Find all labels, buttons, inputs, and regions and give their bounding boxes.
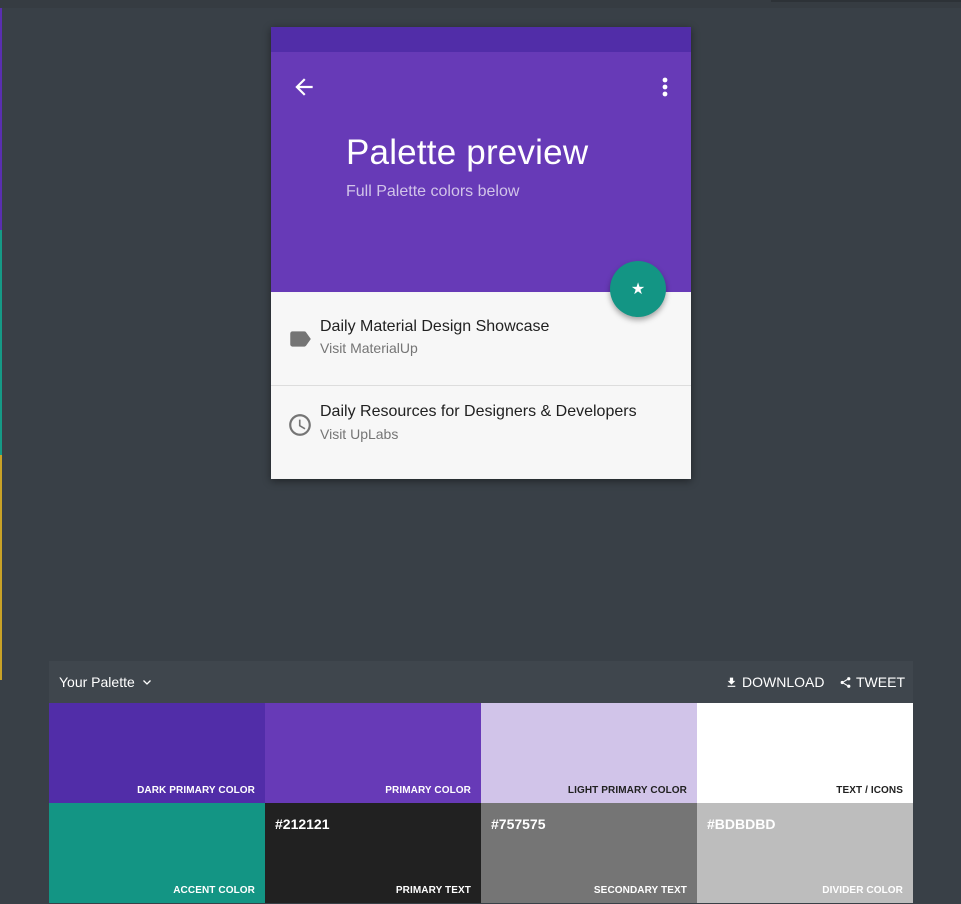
preview-subtitle: Full Palette colors below bbox=[346, 183, 520, 200]
palette-panel: Your Palette DOWNLOAD TWEET DARK PRIMARY… bbox=[49, 661, 913, 904]
swatch-label: PRIMARY COLOR bbox=[385, 785, 471, 796]
palette-preview-card: Palette preview Full Palette colors belo… bbox=[271, 27, 691, 479]
swatch-divider[interactable]: #BDBDBD DIVIDER COLOR bbox=[697, 803, 913, 903]
swatch-label: DIVIDER COLOR bbox=[822, 885, 903, 896]
swatch-label: DARK PRIMARY COLOR bbox=[137, 785, 255, 796]
list-item-secondary-text: Visit MaterialUp bbox=[320, 340, 418, 356]
top-edge bbox=[771, 0, 961, 2]
download-label: DOWNLOAD bbox=[742, 674, 825, 690]
list-item-secondary-text: Visit UpLabs bbox=[320, 426, 399, 442]
left-edge-purple bbox=[0, 8, 2, 230]
tweet-button[interactable]: TWEET bbox=[839, 674, 905, 690]
page: Palette preview Full Palette colors belo… bbox=[0, 0, 961, 904]
list-item-primary-text: Daily Material Design Showcase bbox=[320, 318, 550, 335]
left-edge-teal bbox=[0, 230, 2, 455]
swatch-label: LIGHT PRIMARY COLOR bbox=[567, 785, 687, 796]
swatch-dark-primary[interactable]: DARK PRIMARY COLOR bbox=[49, 703, 265, 803]
swatch-label: ACCENT COLOR bbox=[173, 885, 255, 896]
swatch-label: PRIMARY TEXT bbox=[395, 885, 471, 896]
swatch-primary[interactable]: PRIMARY COLOR bbox=[265, 703, 481, 803]
star-fab-button[interactable]: ★ bbox=[610, 261, 666, 317]
tweet-label: TWEET bbox=[856, 674, 905, 690]
list-item-uplabs[interactable]: Daily Resources for Designers & Develope… bbox=[271, 386, 691, 478]
palette-toolbar: Your Palette DOWNLOAD TWEET bbox=[49, 661, 913, 703]
clock-icon bbox=[289, 414, 311, 436]
chevron-down-icon[interactable] bbox=[141, 676, 153, 688]
more-vert-icon[interactable] bbox=[657, 74, 673, 100]
swatch-primary-text[interactable]: #212121 PRIMARY TEXT bbox=[265, 803, 481, 903]
star-icon: ★ bbox=[630, 281, 646, 298]
swatch-label: SECONDARY TEXT bbox=[593, 885, 687, 896]
list-item-primary-text: Daily Resources for Designers & Develope… bbox=[320, 403, 637, 420]
palette-dropdown-label[interactable]: Your Palette bbox=[59, 674, 135, 690]
share-icon bbox=[840, 676, 851, 688]
swatch-hex: #BDBDBD bbox=[707, 816, 776, 832]
swatch-label: TEXT / ICONS bbox=[836, 785, 903, 796]
swatch-hex: #757575 bbox=[491, 816, 546, 832]
swatch-accent[interactable]: ACCENT COLOR bbox=[49, 803, 265, 903]
top-strip bbox=[0, 0, 961, 8]
left-edge-yellow bbox=[0, 455, 2, 680]
swatch-secondary-text[interactable]: #757575 SECONDARY TEXT bbox=[481, 803, 697, 903]
swatch-hex: #212121 bbox=[275, 816, 330, 832]
download-button[interactable]: DOWNLOAD bbox=[725, 674, 824, 690]
preview-title: Palette preview bbox=[346, 133, 589, 172]
arrow-back-icon[interactable] bbox=[291, 74, 317, 100]
download-icon bbox=[727, 677, 736, 687]
status-bar bbox=[271, 27, 691, 52]
label-icon bbox=[290, 331, 311, 347]
swatch-light-primary[interactable]: LIGHT PRIMARY COLOR bbox=[481, 703, 697, 803]
swatch-text-icons[interactable]: TEXT / ICONS bbox=[697, 703, 913, 803]
